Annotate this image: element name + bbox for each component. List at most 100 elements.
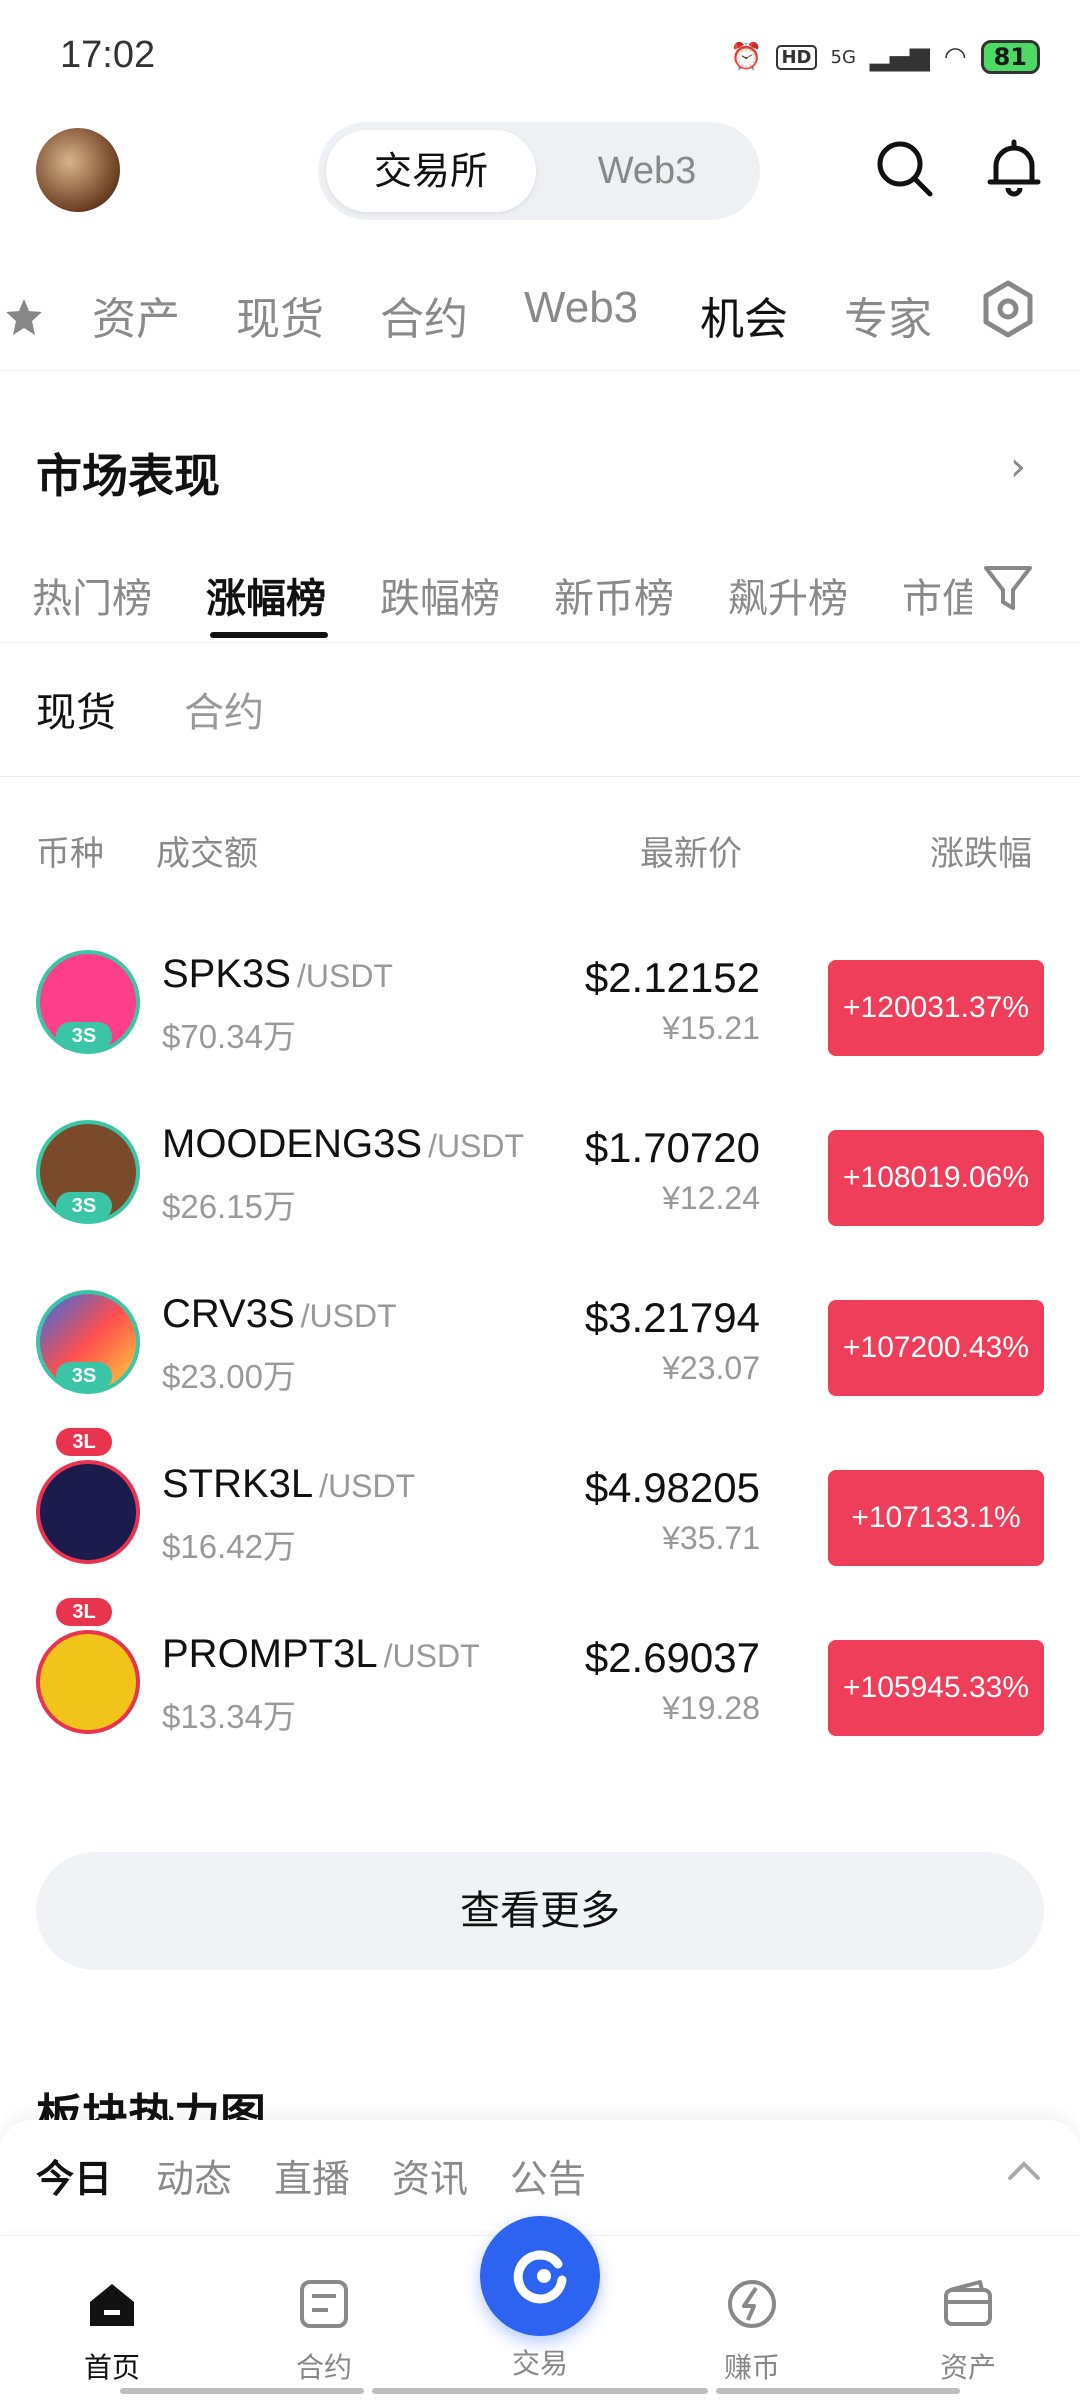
segment-exchange[interactable]: 交易所: [326, 130, 536, 212]
alarm-icon: ⏰: [730, 42, 763, 72]
gesture-bar: [372, 2388, 708, 2394]
change-badge[interactable]: +105945.33%: [828, 1640, 1044, 1736]
earn-icon: [728, 2280, 776, 2328]
leverage-badge: 3S: [56, 1362, 112, 1390]
tab-surge[interactable]: 飙升榜: [728, 566, 848, 624]
leverage-badge: 3S: [56, 1192, 112, 1220]
trade-fab[interactable]: [480, 2216, 600, 2336]
bell-icon[interactable]: [982, 136, 1046, 200]
rank-tabs: 热门榜 涨幅榜 跌幅榜 新币榜 飙升榜 市值: [0, 548, 1080, 643]
change-badge[interactable]: +108019.06%: [828, 1130, 1044, 1226]
table-row[interactable]: 3L PROMPT3L/USDT $13.34万 $2.69037 ¥19.28…: [0, 1590, 1080, 1760]
nav-futures[interactable]: 合约: [264, 2276, 384, 2386]
nav-earn-label: 赚币: [723, 2351, 780, 2384]
coin-volume: $16.42万: [162, 1528, 296, 1565]
market-title: 市场表现: [36, 449, 220, 503]
coin-price-cny: ¥12.24: [662, 1180, 760, 1216]
coin-symbol: PROMPT3L/USDT: [162, 1632, 480, 1676]
nav-home[interactable]: 首页: [52, 2276, 172, 2386]
active-tab-indicator: [210, 632, 328, 638]
futures-icon: [300, 2280, 348, 2328]
tab-opportunity[interactable]: 机会: [700, 283, 788, 347]
nav-earn[interactable]: 赚币: [692, 2276, 812, 2386]
search-icon[interactable]: [872, 136, 936, 200]
network-label: 5G: [830, 46, 856, 68]
table-row[interactable]: 3S CRV3S/USDT $23.00万 $3.21794 ¥23.07 +1…: [0, 1250, 1080, 1420]
coin-price-cny: ¥19.28: [662, 1690, 760, 1726]
leverage-badge: 3S: [56, 1022, 112, 1050]
nav-home-label: 首页: [83, 2351, 140, 2384]
hd-icon: HD: [776, 44, 817, 70]
subtab-spot[interactable]: 现货: [36, 680, 116, 738]
battery-indicator: 81: [980, 40, 1040, 74]
feed-tab-today[interactable]: 今日: [36, 2148, 112, 2203]
tab-losers[interactable]: 跌幅榜: [380, 566, 500, 624]
tab-marketcap[interactable]: 市值: [902, 566, 972, 624]
feed-tab-updates[interactable]: 动态: [156, 2148, 232, 2203]
coin-symbol: MOODENG3S/USDT: [162, 1122, 525, 1166]
divider: [0, 776, 1080, 777]
coin-price-cny: ¥35.71: [662, 1520, 760, 1556]
coin-volume: $13.34万: [162, 1698, 296, 1735]
settings-icon[interactable]: [978, 279, 1038, 339]
coin-price: $3.21794: [584, 1294, 760, 1341]
coin-logo: [36, 1630, 140, 1734]
tab-assets[interactable]: 资产: [92, 283, 180, 347]
coin-symbol: STRK3L/USDT: [162, 1462, 416, 1506]
tab-gainers[interactable]: 涨幅榜: [206, 566, 326, 624]
wifi-icon: ◠: [943, 42, 967, 72]
col-change[interactable]: 涨跌幅: [930, 826, 1032, 875]
home-icon: [90, 2284, 134, 2326]
nav-tabs: 资产 现货 合约 Web3 机会 专家: [0, 275, 1080, 371]
tab-futures[interactable]: 合约: [380, 283, 468, 347]
table-row[interactable]: 3L STRK3L/USDT $16.42万 $4.98205 ¥35.71 +…: [0, 1420, 1080, 1590]
status-bar: 17:02 ⏰ HD 5G ▂▄▆ ◠ 81: [0, 0, 1080, 110]
tab-hot[interactable]: 热门榜: [32, 566, 152, 624]
avatar[interactable]: [36, 128, 120, 212]
tab-experts[interactable]: 专家: [844, 283, 932, 347]
leverage-badge: 3L: [56, 1428, 112, 1456]
coin-price: $4.98205: [584, 1464, 760, 1511]
coin-symbol: CRV3S/USDT: [162, 1292, 397, 1336]
coin-price-cny: ¥23.07: [662, 1350, 760, 1386]
coin-volume: $70.34万: [162, 1018, 296, 1055]
filter-icon[interactable]: [980, 560, 1036, 616]
col-volume[interactable]: 成交额: [156, 826, 258, 875]
status-time: 17:02: [60, 34, 156, 76]
star-icon[interactable]: [4, 295, 44, 339]
view-more-button[interactable]: 查看更多: [36, 1852, 1044, 1970]
tab-spot[interactable]: 现货: [236, 283, 324, 347]
change-badge[interactable]: +107133.1%: [828, 1470, 1044, 1566]
col-price[interactable]: 最新价: [640, 826, 742, 875]
status-icons: ⏰ HD 5G ▂▄▆ ◠ 81: [730, 40, 1040, 74]
coin-price: $1.70720: [584, 1124, 760, 1171]
mode-switch: 交易所 Web3: [318, 122, 760, 220]
chevron-up-icon[interactable]: [1004, 2156, 1044, 2186]
gesture-bar: [120, 2388, 364, 2394]
coin-price: $2.69037: [584, 1634, 760, 1681]
nav-assets[interactable]: 资产: [908, 2276, 1028, 2386]
segment-web3[interactable]: Web3: [542, 130, 752, 212]
leverage-badge: 3L: [56, 1598, 112, 1626]
table-row[interactable]: 3S SPK3S/USDT $70.34万 $2.12152 ¥15.21 +1…: [0, 910, 1080, 1080]
wallet-icon: [944, 2280, 992, 2326]
tab-new[interactable]: 新币榜: [554, 566, 674, 624]
feed-tab-announcements[interactable]: 公告: [510, 2148, 586, 2203]
feed-tab-news[interactable]: 资讯: [392, 2148, 468, 2203]
table-row[interactable]: 3S MOODENG3S/USDT $26.15万 $1.70720 ¥12.2…: [0, 1080, 1080, 1250]
coin-price-cny: ¥15.21: [662, 1010, 760, 1046]
signal-icon: ▂▄▆: [869, 42, 930, 72]
feed-tab-live[interactable]: 直播: [274, 2148, 350, 2203]
change-badge[interactable]: +120031.37%: [828, 960, 1044, 1056]
change-badge[interactable]: +107200.43%: [828, 1300, 1044, 1396]
coin-symbol: SPK3S/USDT: [162, 952, 393, 996]
feed-tabs: 今日 动态 直播 资讯 公告: [0, 2120, 1080, 2230]
nav-futures-label: 合约: [295, 2351, 352, 2384]
chevron-right-icon[interactable]: ›: [1010, 444, 1026, 490]
subtab-futures[interactable]: 合约: [184, 680, 264, 738]
col-coin: 币种: [36, 834, 104, 874]
nav-assets-label: 资产: [939, 2351, 996, 2384]
tab-web3[interactable]: Web3: [524, 283, 638, 333]
trade-logo-icon: [513, 2250, 567, 2304]
coin-price: $2.12152: [584, 954, 760, 1001]
